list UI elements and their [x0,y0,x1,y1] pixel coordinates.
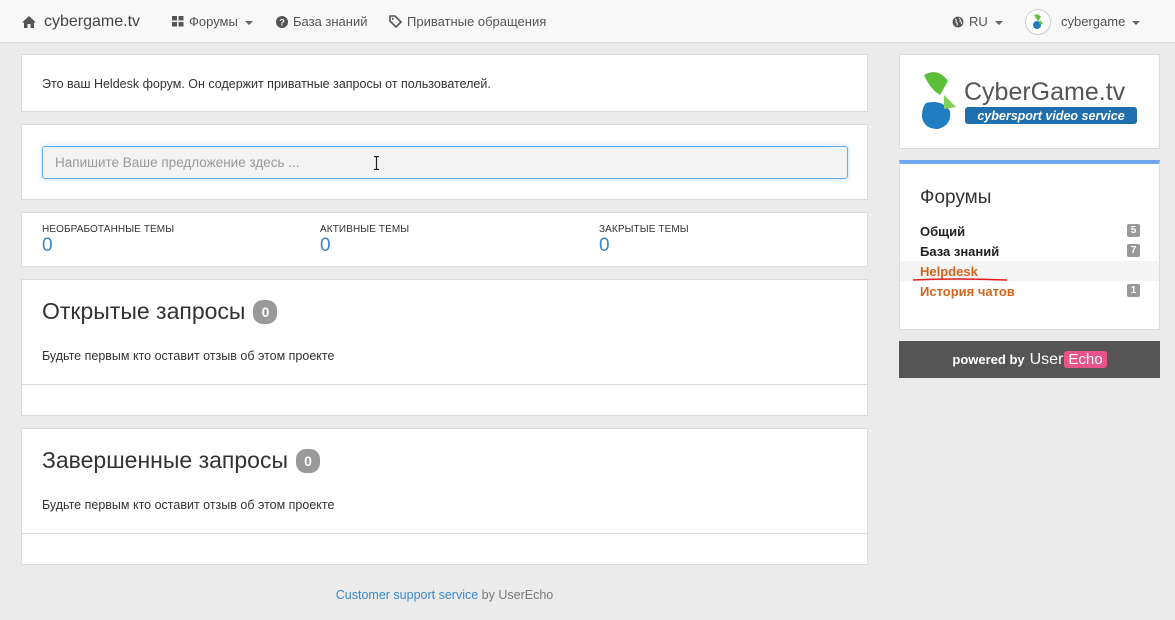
forum-item-helpdesk[interactable]: Helpdesk [900,261,1159,281]
chevron-down-icon [244,20,253,25]
topic-stats-panel: Необработанные темы 0 Активные темы 0 За… [21,212,868,267]
customer-support-link[interactable]: Customer support service [336,588,478,602]
forums-panel: Форумы Общий 5 База знаний 7 Helpdesk Ис… [899,160,1160,330]
userecho-user-text: User [1029,350,1064,368]
globe-icon [952,16,964,28]
brand-link[interactable]: cybergame.tv [21,0,140,43]
powered-by-userecho[interactable]: powered by User Echo [899,341,1160,378]
completed-requests-title: Завершенные запросы [42,447,288,473]
section-title: Завершенные запросы 0 [42,447,320,474]
userecho-echo-text: Echo [1064,351,1107,368]
forum-count-badge: 7 [1127,244,1140,257]
forum-item-knowledge-base[interactable]: База знаний 7 [900,241,1159,261]
private-requests-link[interactable]: Приватные обращения [389,0,546,43]
forum-name: Общий [920,223,966,239]
user-menu[interactable]: cybergame [1025,0,1141,43]
panel-footer [22,533,867,564]
stat-active[interactable]: Активные темы 0 [320,224,409,256]
stat-label: Закрытые темы [599,224,689,235]
intro-panel: Это ваш Heldesk форум. Он содержит прива… [21,54,868,112]
forums-dropdown[interactable]: Форумы [172,0,253,43]
forum-name: Helpdesk [920,263,978,279]
top-navbar: cybergame.tv Форумы ? База знаний Приват… [0,0,1175,43]
forum-count-badge: 1 [1127,284,1140,297]
forums-title: Форумы [920,187,992,208]
open-requests-panel: Открытые запросы 0 Будьте первым кто ост… [21,279,868,416]
chevron-down-icon [994,20,1003,25]
forum-item-chat-history[interactable]: История чатов 1 [900,281,1159,301]
completed-requests-panel: Завершенные запросы 0 Будьте первым кто … [21,428,868,565]
brand-label: cybergame.tv [44,12,141,30]
forums-label: Форумы [189,14,238,29]
forum-name: База знаний [920,243,1000,259]
footer-by-text: by UserEcho [481,588,554,602]
page-footer: Customer support service by UserEcho [21,588,868,602]
stat-closed[interactable]: Закрытые темы 0 [599,224,689,256]
user-label: cybergame [1061,14,1126,29]
tag-icon [389,15,402,28]
chevron-down-icon [1132,20,1141,25]
panel-footer [22,384,867,415]
avatar [1025,8,1051,35]
section-title: Открытые запросы 0 [42,298,278,325]
stat-unprocessed[interactable]: Необработанные темы 0 [42,224,174,256]
logo-subtitle: cybersport video service [977,109,1124,123]
open-requests-title: Открытые запросы [42,298,246,324]
cybergame-logo[interactable]: CyberGame.tv cybersport video service [900,55,1161,150]
logo-title: CyberGame.tv [964,78,1126,106]
forum-name: История чатов [920,283,1015,299]
stat-value: 0 [599,235,610,256]
grid-icon [172,16,184,27]
empty-state-text: Будьте первым кто оставит отзыв об этом … [42,498,335,512]
count-badge: 0 [253,299,278,324]
language-label: RU [969,14,988,29]
search-input[interactable] [42,146,848,179]
language-dropdown[interactable]: RU [952,0,1003,43]
stat-label: Активные темы [320,224,410,235]
powered-by-text: powered by [952,352,1025,367]
stat-label: Необработанные темы [42,224,175,235]
svg-text:?: ? [279,17,285,27]
knowledge-base-link[interactable]: ? База знаний [276,0,368,43]
stat-value: 0 [320,235,331,256]
knowledge-base-label: База знаний [293,14,368,29]
question-circle-icon: ? [276,15,288,28]
intro-text: Это ваш Heldesk форум. Он содержит прива… [42,77,491,91]
forum-list: Общий 5 База знаний 7 Helpdesk История ч… [900,221,1159,301]
private-requests-label: Приватные обращения [407,14,547,29]
empty-state-text: Будьте первым кто оставит отзыв об этом … [42,349,335,363]
search-panel [21,124,868,200]
forum-count-badge: 5 [1127,224,1140,237]
logo-panel: CyberGame.tv cybersport video service [899,54,1160,149]
home-icon [21,15,37,29]
stat-value: 0 [42,235,53,256]
count-badge: 0 [296,448,320,473]
forum-item-general[interactable]: Общий 5 [900,221,1159,241]
